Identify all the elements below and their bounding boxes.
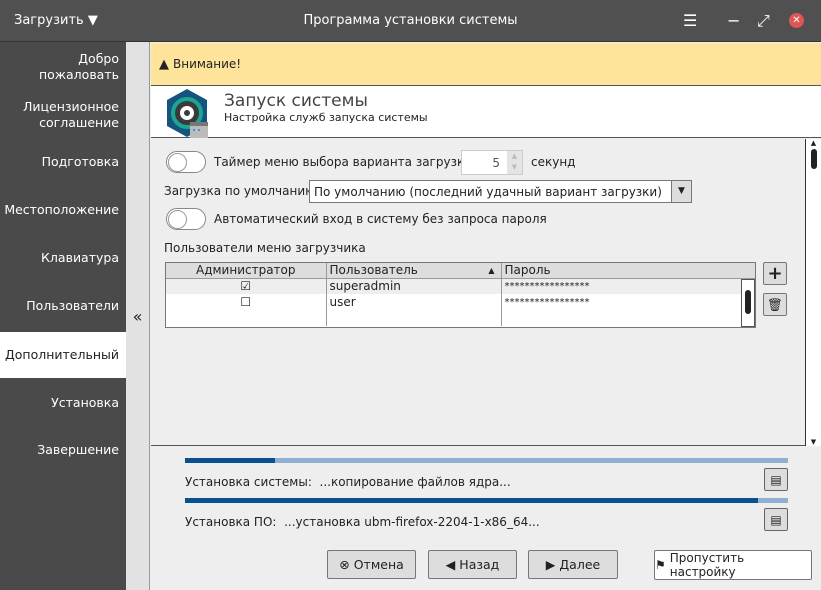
warning-banner: ▲ Внимание! bbox=[151, 43, 821, 86]
cancel-icon: ⊗ bbox=[339, 557, 350, 572]
title-bar: Программа установки системы Загрузить ▼ … bbox=[0, 0, 821, 42]
admin-checkbox[interactable]: ☑ bbox=[166, 278, 327, 294]
back-button[interactable]: ◀ Назад bbox=[428, 550, 517, 579]
sidebar-item-preparation[interactable]: Подготовка bbox=[0, 144, 126, 180]
software-install-progress bbox=[185, 498, 788, 503]
software-install-label: Установка ПО: ...установка ubm-firefox-2… bbox=[185, 515, 540, 529]
password-cell: ***************** bbox=[504, 296, 590, 308]
delete-user-button[interactable]: 🗑 bbox=[763, 293, 787, 316]
progress-label: Установка ПО: bbox=[185, 515, 277, 529]
settings-panel: Таймер меню выбора варианта загрузки: 5 … bbox=[151, 139, 821, 446]
progress-label: Установка системы: bbox=[185, 475, 312, 489]
default-boot-select[interactable]: По умолчанию (последний удачный вариант … bbox=[309, 180, 692, 203]
default-boot-value: По умолчанию (последний удачный вариант … bbox=[314, 185, 662, 199]
startup-logo-icon bbox=[165, 88, 209, 138]
sidebar-item-users[interactable]: Пользователи bbox=[0, 288, 126, 324]
arrow-right-circle-icon: ▶ bbox=[545, 557, 556, 572]
double-chevron-left-icon: « bbox=[132, 306, 143, 326]
sidebar-item-keyboard[interactable]: Клавиатура bbox=[0, 240, 126, 276]
load-menu[interactable]: Загрузить ▼ bbox=[14, 13, 98, 28]
timer-spinbox[interactable]: 5 ▲ ▼ bbox=[461, 150, 523, 175]
sort-asc-icon: ▲ bbox=[488, 266, 495, 275]
sidebar-item-additional[interactable]: Дополнительный bbox=[0, 332, 126, 378]
column-header-user[interactable]: Пользователь ▲ bbox=[326, 263, 502, 278]
timer-value: 5 bbox=[492, 156, 500, 170]
flag-icon: ⚑ bbox=[655, 558, 666, 572]
autologin-label: Автоматический вход в систему без запрос… bbox=[214, 212, 547, 226]
cancel-label: Отмена bbox=[353, 557, 404, 572]
hamburger-icon[interactable]: ☰ bbox=[683, 11, 697, 30]
system-install-progress bbox=[185, 458, 788, 463]
window-title: Программа установки системы bbox=[303, 13, 518, 28]
sidebar-item-install[interactable]: Установка bbox=[0, 385, 126, 421]
column-header-password[interactable]: Пароль bbox=[501, 263, 755, 278]
close-icon[interactable]: ✕ bbox=[789, 13, 804, 28]
timer-unit: секунд bbox=[531, 155, 576, 169]
autologin-toggle[interactable] bbox=[166, 208, 206, 230]
cancel-button[interactable]: ⊗ Отмена bbox=[327, 550, 416, 579]
spin-arrows-icon[interactable]: ▲ ▼ bbox=[507, 151, 522, 174]
user-cell: user bbox=[326, 294, 502, 310]
column-header-user-label: Пользователь bbox=[329, 263, 418, 278]
next-button[interactable]: ▶ Далее bbox=[528, 550, 618, 579]
user-cell: superadmin bbox=[326, 278, 502, 294]
warning-text: Внимание! bbox=[173, 57, 242, 71]
next-label: Далее bbox=[559, 557, 601, 572]
minimize-icon[interactable]: − bbox=[727, 11, 740, 30]
software-log-button[interactable]: ▤ bbox=[764, 508, 788, 531]
bootloader-users-label: Пользователи меню загрузчика bbox=[164, 241, 366, 255]
timer-toggle[interactable] bbox=[166, 151, 206, 173]
progress-status: ...установка ubm-firefox-2204-1-x86_64..… bbox=[284, 515, 540, 529]
admin-checkbox[interactable]: ☐ bbox=[166, 294, 327, 310]
plus-icon: + bbox=[767, 263, 783, 284]
table-row[interactable]: ☑ superadmin ***************** bbox=[166, 278, 755, 294]
users-table: Администратор Пользователь ▲ Пароль ☑ sup… bbox=[165, 262, 756, 328]
skip-setup-button[interactable]: ⚑ Пропустить настройку bbox=[654, 550, 812, 580]
back-label: Назад bbox=[459, 557, 500, 572]
skip-label: Пропустить настройку bbox=[669, 551, 745, 579]
timer-label: Таймер меню выбора варианта загрузки: bbox=[214, 155, 477, 169]
page-title: Запуск системы bbox=[224, 91, 368, 111]
column-header-admin[interactable]: Администратор bbox=[166, 263, 327, 278]
table-row[interactable]: ☐ user ***************** bbox=[166, 294, 755, 310]
warning-icon: ▲ bbox=[159, 56, 169, 72]
page-header: Запуск системы Настройка служб запуска с… bbox=[151, 86, 821, 138]
system-log-button[interactable]: ▤ bbox=[764, 468, 788, 491]
default-boot-label: Загрузка по умолчанию: bbox=[164, 184, 320, 198]
sidebar-item-license[interactable]: Лицензионное соглашение bbox=[0, 96, 126, 134]
table-scrollbar[interactable] bbox=[741, 279, 755, 327]
collapse-sidebar-button[interactable]: « bbox=[126, 42, 150, 590]
sidebar-item-location[interactable]: Местоположение bbox=[0, 192, 126, 228]
sidebar-item-welcome[interactable]: Добро пожаловать bbox=[0, 48, 126, 86]
progress-status: ...копирование файлов ядра... bbox=[319, 475, 511, 489]
password-cell: ***************** bbox=[504, 280, 590, 292]
maximize-icon[interactable]: ⤢ bbox=[757, 11, 770, 31]
trash-icon: 🗑 bbox=[767, 296, 783, 312]
dropdown-arrow-icon: ▼ bbox=[671, 181, 691, 202]
content-scrollbar[interactable]: ▲ ▼ bbox=[805, 139, 821, 446]
load-menu-label: Загрузить bbox=[14, 13, 84, 28]
sidebar-item-finish[interactable]: Завершение bbox=[0, 432, 126, 468]
page-subtitle: Настройка служб запуска системы bbox=[224, 111, 428, 124]
add-user-button[interactable]: + bbox=[763, 262, 787, 285]
system-install-label: Установка системы: ...копирование файлов… bbox=[185, 475, 511, 489]
log-icon: ▤ bbox=[770, 472, 782, 487]
sidebar: Добро пожаловать Лицензионное соглашение… bbox=[0, 42, 126, 590]
arrow-left-circle-icon: ◀ bbox=[445, 557, 456, 572]
caret-down-icon: ▼ bbox=[87, 13, 98, 28]
log-icon: ▤ bbox=[770, 512, 782, 527]
